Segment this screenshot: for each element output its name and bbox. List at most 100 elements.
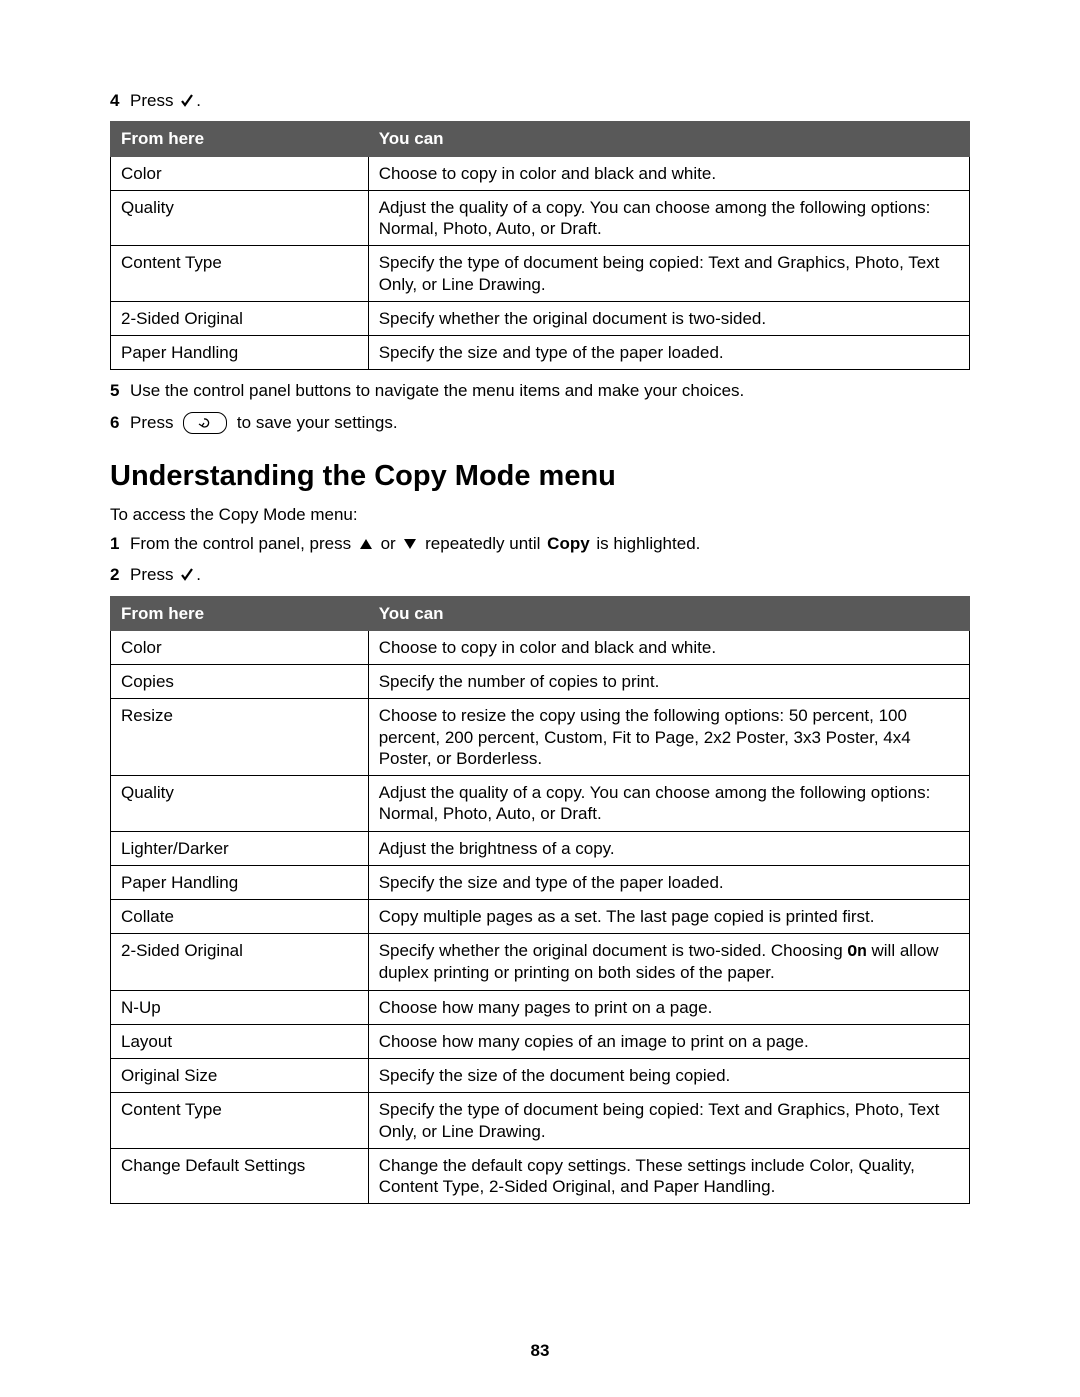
mono-text: On <box>847 943 866 961</box>
cell-youcan: Specify the size and type of the paper l… <box>368 865 969 899</box>
step-number: 1 <box>110 533 130 554</box>
table-row: QualityAdjust the quality of a copy. You… <box>111 776 970 832</box>
cell-youcan: Change the default copy settings. These … <box>368 1148 969 1204</box>
check-icon <box>180 568 194 582</box>
check-icon <box>180 94 194 108</box>
down-arrow-icon <box>402 537 418 551</box>
text-fragment: is highlighted. <box>592 533 701 554</box>
intro-text: To access the Copy Mode menu: <box>110 504 970 525</box>
cell-youcan: Specify the size of the document being c… <box>368 1059 969 1093</box>
table-row: Original SizeSpecify the size of the doc… <box>111 1059 970 1093</box>
back-key-icon <box>183 412 227 434</box>
cell-from: Original Size <box>111 1059 369 1093</box>
cell-youcan: Specify the type of document being copie… <box>368 1093 969 1149</box>
step-text: From the control panel, press or repeate… <box>130 533 970 554</box>
cell-youcan: Choose how many copies of an image to pr… <box>368 1024 969 1058</box>
table-row: Content TypeSpecify the type of document… <box>111 1093 970 1149</box>
table-row: ColorChoose to copy in color and black a… <box>111 630 970 664</box>
cell-from: Layout <box>111 1024 369 1058</box>
cell-from: Color <box>111 630 369 664</box>
text-fragment: From the control panel, press <box>130 533 356 554</box>
text-fragment: repeatedly until <box>420 533 545 554</box>
text-fragment: Specify whether the original document is… <box>379 941 848 960</box>
page-number: 83 <box>0 1340 1080 1361</box>
text-fragment: to save your settings. <box>232 412 397 433</box>
table-row: CollateCopy multiple pages as a set. The… <box>111 900 970 934</box>
cell-youcan: Choose to copy in color and black and wh… <box>368 630 969 664</box>
cell-from: Quality <box>111 776 369 832</box>
cell-youcan: Specify the type of document being copie… <box>368 246 969 302</box>
text-fragment: Press <box>130 90 178 111</box>
column-header-youcan: You can <box>368 122 969 156</box>
step-text: Press . <box>130 564 970 585</box>
cell-youcan: Specify the size and type of the paper l… <box>368 336 969 370</box>
cell-youcan: Choose to resize the copy using the foll… <box>368 699 969 776</box>
bold-text: Copy <box>547 533 590 554</box>
step-6: 6 Press to save your settings. <box>110 412 970 434</box>
table-copy-mode-menu: From here You can ColorChoose to copy in… <box>110 596 970 1205</box>
table-row: LayoutChoose how many copies of an image… <box>111 1024 970 1058</box>
cell-youcan: Specify whether the original document is… <box>368 934 969 990</box>
table-row: 2-Sided OriginalSpecify whether the orig… <box>111 301 970 335</box>
document-page: 4 Press . From here You can ColorChoose … <box>0 0 1080 1397</box>
text-fragment: Press <box>130 412 178 433</box>
table-row: QualityAdjust the quality of a copy. You… <box>111 190 970 246</box>
cell-youcan: Choose to copy in color and black and wh… <box>368 156 969 190</box>
text-fragment: Press <box>130 564 178 585</box>
column-header-youcan: You can <box>368 596 969 630</box>
table-copy-settings: From here You can ColorChoose to copy in… <box>110 121 970 370</box>
cell-youcan: Adjust the quality of a copy. You can ch… <box>368 190 969 246</box>
step-text: Use the control panel buttons to navigat… <box>130 380 970 401</box>
cell-from: 2-Sided Original <box>111 301 369 335</box>
step-5: 5 Use the control panel buttons to navig… <box>110 380 970 401</box>
cell-from: Change Default Settings <box>111 1148 369 1204</box>
table-row: ResizeChoose to resize the copy using th… <box>111 699 970 776</box>
cell-from: N-Up <box>111 990 369 1024</box>
column-header-from: From here <box>111 596 369 630</box>
up-arrow-icon <box>358 537 374 551</box>
cell-youcan: Specify the number of copies to print. <box>368 665 969 699</box>
table-row: Paper HandlingSpecify the size and type … <box>111 336 970 370</box>
cell-youcan: Choose how many pages to print on a page… <box>368 990 969 1024</box>
table-row: Lighter/DarkerAdjust the brightness of a… <box>111 831 970 865</box>
cell-from: Copies <box>111 665 369 699</box>
step-number: 4 <box>110 90 130 111</box>
step-number: 2 <box>110 564 130 585</box>
step-copy-2: 2 Press . <box>110 564 970 585</box>
cell-from: Resize <box>111 699 369 776</box>
cell-from: Paper Handling <box>111 865 369 899</box>
text-fragment: . <box>196 90 201 111</box>
cell-youcan: Adjust the brightness of a copy. <box>368 831 969 865</box>
cell-from: Content Type <box>111 1093 369 1149</box>
text-fragment: or <box>376 533 401 554</box>
cell-from: Paper Handling <box>111 336 369 370</box>
step-copy-1: 1 From the control panel, press or repea… <box>110 533 970 554</box>
cell-from: Collate <box>111 900 369 934</box>
step-number: 6 <box>110 412 130 433</box>
table-header-row: From here You can <box>111 122 970 156</box>
table-header-row: From here You can <box>111 596 970 630</box>
cell-from: Quality <box>111 190 369 246</box>
column-header-from: From here <box>111 122 369 156</box>
cell-youcan: Copy multiple pages as a set. The last p… <box>368 900 969 934</box>
text-fragment: Use the control panel buttons to navigat… <box>130 380 744 401</box>
cell-from: Content Type <box>111 246 369 302</box>
table-row: ColorChoose to copy in color and black a… <box>111 156 970 190</box>
table-row: Change Default SettingsChange the defaul… <box>111 1148 970 1204</box>
step-4: 4 Press . <box>110 90 970 111</box>
table-row: Content TypeSpecify the type of document… <box>111 246 970 302</box>
cell-youcan: Specify whether the original document is… <box>368 301 969 335</box>
cell-from: 2-Sided Original <box>111 934 369 990</box>
cell-from: Color <box>111 156 369 190</box>
step-text: Press . <box>130 90 970 111</box>
table-row: Paper HandlingSpecify the size and type … <box>111 865 970 899</box>
table-row: CopiesSpecify the number of copies to pr… <box>111 665 970 699</box>
text-fragment: . <box>196 564 201 585</box>
step-number: 5 <box>110 380 130 401</box>
table-row: 2-Sided Original Specify whether the orig… <box>111 934 970 990</box>
step-text: Press to save your settings. <box>130 412 970 434</box>
cell-from: Lighter/Darker <box>111 831 369 865</box>
cell-youcan: Adjust the quality of a copy. You can ch… <box>368 776 969 832</box>
table-row: N-UpChoose how many pages to print on a … <box>111 990 970 1024</box>
section-heading: Understanding the Copy Mode menu <box>110 458 970 494</box>
